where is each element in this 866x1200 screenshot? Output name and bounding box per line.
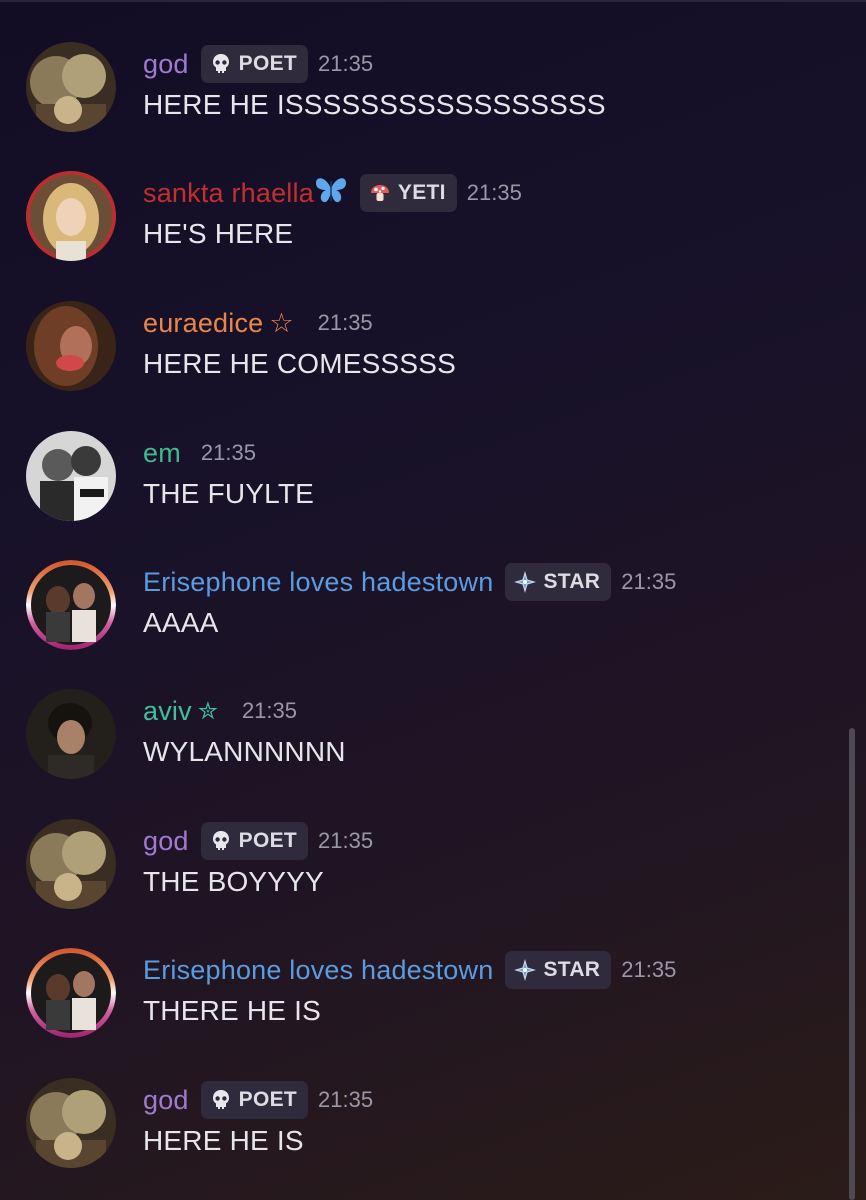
role-badge[interactable]: POET	[200, 45, 309, 83]
message-text: WYLANNNNNN	[143, 736, 346, 767]
avatar-erisephone[interactable]	[26, 560, 116, 650]
author-name[interactable]: euraedice	[143, 308, 263, 339]
skull-icon	[209, 52, 233, 76]
timestamp[interactable]: 21:35	[201, 440, 256, 466]
message-header: god POET 21:35	[143, 821, 373, 861]
timestamp[interactable]: 21:35	[318, 51, 373, 77]
message-text: AAAA	[143, 607, 219, 638]
message-text: THE BOYYYY	[143, 866, 324, 897]
mushroom-icon	[368, 181, 392, 205]
timestamp[interactable]: 21:35	[318, 310, 373, 336]
author-name[interactable]: em	[143, 438, 181, 469]
message-text: HERE HE ISSSSSSSSSSSSSSSSS	[143, 89, 606, 120]
role-badge[interactable]: STAR	[505, 951, 612, 989]
role-badge-label: POET	[238, 1088, 298, 1111]
message-header: em 21:35	[143, 433, 256, 473]
author-name[interactable]: sankta rhaella	[143, 178, 314, 209]
message-list: god POET 21:35 HERE HE ISSSSSSSSSSSSSSSS…	[0, 0, 866, 1200]
message-header: god POET 21:35	[143, 44, 373, 84]
author-name[interactable]: aviv	[143, 696, 192, 727]
timestamp[interactable]: 21:35	[242, 698, 297, 724]
role-badge-label: POET	[238, 829, 298, 852]
message-text: HERE HE IS	[143, 1125, 304, 1156]
author-name[interactable]: god	[143, 49, 189, 80]
avatar-sankta-rhaella[interactable]	[26, 171, 116, 261]
author-name[interactable]: Erisephone loves hadestown	[143, 567, 493, 598]
message-item: aviv ✮ 21:35 WYLANNNNNN	[0, 689, 840, 799]
star-badge-icon: ✮	[197, 697, 218, 725]
timestamp[interactable]: 21:35	[318, 1087, 373, 1113]
message-text: HE'S HERE	[143, 218, 294, 249]
message-header: euraedice ☆ 21:35	[143, 303, 373, 343]
author-name[interactable]: god	[143, 1085, 189, 1116]
message-header: aviv ✮ 21:35	[143, 691, 297, 731]
message-item: sankta rhaella YETI 21:35 HE'S HERE	[0, 171, 840, 281]
sparkle-icon	[513, 958, 537, 982]
message-item: god POET 21:35 THE BOYYYY	[0, 819, 840, 929]
role-badge[interactable]: YETI	[359, 174, 457, 212]
star-outline-icon: ☆	[269, 307, 294, 338]
message-item: Erisephone loves hadestown STAR 21:35 AA…	[0, 560, 840, 670]
role-badge-label: STAR	[543, 958, 601, 981]
skull-icon	[209, 829, 233, 853]
message-item: god POET 21:35 HERE HE ISSSSSSSSSSSSSSSS…	[0, 42, 840, 152]
timestamp[interactable]: 21:35	[467, 180, 522, 206]
message-header: god POET 21:35	[143, 1080, 373, 1120]
message-text: HERE HE COMESSSSS	[143, 348, 457, 379]
author-name[interactable]: Erisephone loves hadestown	[143, 955, 493, 986]
role-badge[interactable]: POET	[200, 822, 309, 860]
butterfly-icon	[314, 175, 348, 212]
timestamp[interactable]: 21:35	[621, 569, 676, 595]
avatar-aviv[interactable]	[26, 689, 116, 779]
sparkle-icon	[513, 570, 537, 594]
avatar-em[interactable]	[26, 431, 116, 521]
message-item: god POET 21:35 HERE HE IS	[0, 1078, 840, 1188]
message-item: euraedice ☆ 21:35 HERE HE COMESSSSS	[0, 301, 840, 411]
role-badge-label: STAR	[543, 570, 601, 593]
message-header: Erisephone loves hadestown STAR 21:35	[143, 562, 676, 602]
role-badge[interactable]: POET	[200, 1081, 309, 1119]
role-badge[interactable]: STAR	[505, 563, 612, 601]
message-text: THE FUYLTE	[143, 478, 315, 509]
message-header: Erisephone loves hadestown STAR 21:35	[143, 950, 676, 990]
timestamp[interactable]: 21:35	[621, 957, 676, 983]
avatar-god[interactable]	[26, 819, 116, 909]
message-item: em 21:35 THE FUYLTE	[0, 431, 840, 541]
skull-icon	[209, 1088, 233, 1112]
avatar-euraedice[interactable]	[26, 301, 116, 391]
avatar-god[interactable]	[26, 1078, 116, 1168]
message-item: Erisephone loves hadestown STAR 21:35 TH…	[0, 948, 840, 1058]
role-badge-label: POET	[238, 52, 298, 75]
avatar-erisephone[interactable]	[26, 948, 116, 1038]
message-text: THERE HE IS	[143, 995, 322, 1026]
message-header: sankta rhaella YETI 21:35	[143, 173, 522, 213]
scrollbar-thumb[interactable]	[849, 728, 855, 1200]
role-badge-label: YETI	[397, 181, 446, 204]
timestamp[interactable]: 21:35	[318, 828, 373, 854]
author-name[interactable]: god	[143, 826, 189, 857]
avatar-god[interactable]	[26, 42, 116, 132]
